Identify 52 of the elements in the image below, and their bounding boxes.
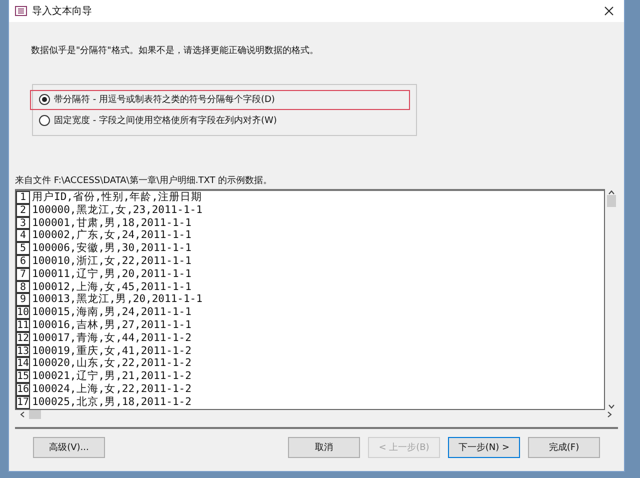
row-text: 100025,北京,男,18,2011-1-2 (32, 396, 192, 409)
row-number: 1 (16, 191, 30, 204)
instruction-text: 数据似乎是"分隔符"格式。如果不是，请选择更能正确说明数据的格式。 (31, 44, 320, 57)
row-text: 100015,海南,男,24,2011-1-1 (32, 306, 192, 319)
row-text: 100006,安徽,男,30,2011-1-1 (32, 242, 192, 255)
row-text: 100011,辽宁,男,20,2011-1-1 (32, 268, 192, 281)
row-text: 100000,黑龙江,女,23,2011-1-1 (32, 204, 202, 217)
option-label[interactable]: 带分隔符 - 用逗号或制表符之类的符号分隔每个字段(D) (54, 93, 275, 106)
window-title: 导入文本向导 (32, 4, 93, 18)
scroll-up-icon[interactable] (608, 189, 614, 195)
row-number: 4 (16, 229, 30, 242)
row-text: 100010,浙江,女,22,2011-1-1 (32, 254, 192, 268)
dialog-button[interactable]: 完成(F) (528, 437, 600, 458)
row-text: 100020,山东,女,22,2011-1-2 (32, 357, 192, 370)
vertical-scrollbar[interactable] (605, 189, 617, 410)
row-text: 100013,黑龙江,男,20,2011-1-1 (32, 293, 202, 306)
scroll-down-icon[interactable] (608, 404, 614, 410)
row-number: 16 (16, 382, 30, 396)
row-number: 17 (16, 396, 30, 409)
row-text: 100024,上海,女,22,2011-1-2 (32, 382, 192, 396)
dialog-button[interactable]: 高级(V)... (33, 437, 105, 458)
row-number: 7 (16, 268, 30, 281)
scroll-thumb[interactable] (606, 195, 616, 207)
option-label[interactable]: 固定宽度 - 字段之间使用空格使所有字段在列内对齐(W) (54, 114, 277, 127)
row-number: 2 (16, 204, 30, 217)
row-number: 6 (16, 254, 30, 268)
scroll-right-icon[interactable] (607, 410, 613, 418)
row-text: 100012,上海,女,45,2011-1-1 (32, 280, 192, 293)
row-number: 10 (16, 306, 30, 319)
row-text: 100001,甘肃,男,18,2011-1-1 (32, 216, 192, 229)
scroll-left-icon[interactable] (19, 410, 25, 418)
row-number: 11 (16, 318, 30, 332)
row-text: 100017,青海,女,44,2011-1-2 (32, 332, 192, 345)
row-number: 9 (16, 293, 30, 306)
row-text: 100019,重庆,女,41,2011-1-2 (32, 344, 192, 357)
row-number: 8 (16, 280, 30, 294)
row-number: 13 (16, 344, 30, 358)
row-text: 100021,辽宁,男,21,2011-1-2 (32, 370, 192, 383)
row-text: 100002,广东,女,24,2011-1-1 (32, 229, 192, 242)
window-icon (15, 6, 27, 16)
row-number: 5 (16, 242, 30, 255)
radio-button[interactable] (39, 115, 50, 126)
row-number: 3 (16, 216, 30, 230)
row-number: 14 (16, 357, 30, 370)
row-text: 用户ID,省份,性别,年龄,注册日期 (32, 191, 202, 204)
dialog-button[interactable]: 下一步(N) > (448, 437, 520, 458)
row-text: 100016,吉林,男,27,2011-1-1 (32, 318, 192, 332)
dialog-button[interactable]: 取消 (288, 437, 360, 458)
row-number: 12 (16, 332, 30, 345)
radio-button[interactable] (39, 94, 50, 105)
source-label: 来自文件 F:\ACCESS\DATA\第一章\用户明细.TXT 的示例数据。 (15, 174, 274, 187)
row-number: 15 (16, 370, 30, 383)
